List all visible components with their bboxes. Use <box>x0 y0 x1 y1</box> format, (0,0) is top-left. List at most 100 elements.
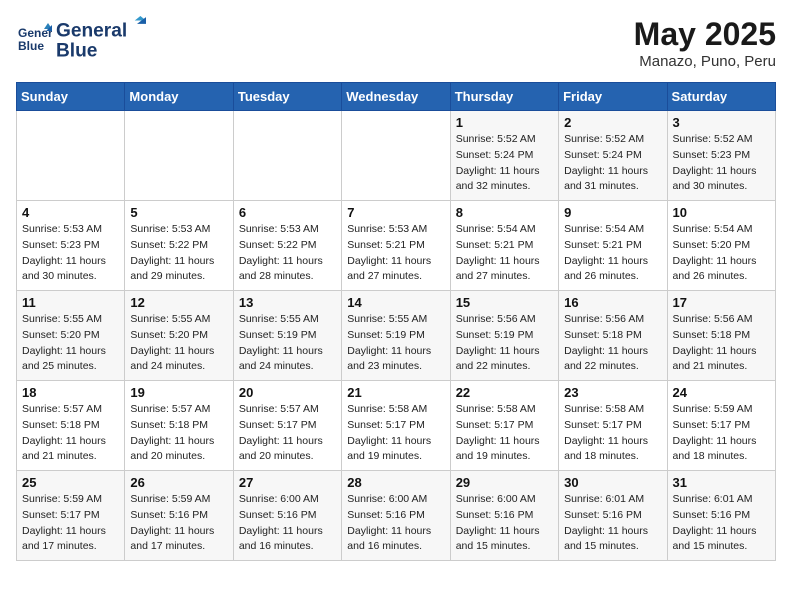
logo-image: General Blue <box>56 16 146 61</box>
day-info: Sunrise: 5:56 AM Sunset: 5:18 PM Dayligh… <box>564 312 661 375</box>
calendar-cell: 11 Sunrise: 5:55 AM Sunset: 5:20 PM Dayli… <box>17 291 125 381</box>
svg-text:General: General <box>56 20 127 41</box>
calendar-cell: 22 Sunrise: 5:58 AM Sunset: 5:17 PM Dayli… <box>450 381 558 471</box>
day-number: 7 <box>347 205 444 220</box>
location: Manazo, Puno, Peru <box>634 53 776 70</box>
day-info: Sunrise: 5:57 AM Sunset: 5:18 PM Dayligh… <box>130 402 227 465</box>
calendar-cell: 13 Sunrise: 5:55 AM Sunset: 5:19 PM Dayli… <box>233 291 341 381</box>
day-info: Sunrise: 5:58 AM Sunset: 5:17 PM Dayligh… <box>347 402 444 465</box>
calendar-cell <box>233 111 341 201</box>
day-number: 6 <box>239 205 336 220</box>
day-info: Sunrise: 5:52 AM Sunset: 5:24 PM Dayligh… <box>456 132 553 195</box>
day-number: 20 <box>239 385 336 400</box>
day-info: Sunrise: 5:57 AM Sunset: 5:18 PM Dayligh… <box>22 402 119 465</box>
calendar-cell <box>342 111 450 201</box>
day-info: Sunrise: 6:01 AM Sunset: 5:16 PM Dayligh… <box>564 492 661 555</box>
day-number: 28 <box>347 475 444 490</box>
day-number: 3 <box>673 115 770 130</box>
day-number: 22 <box>456 385 553 400</box>
day-number: 1 <box>456 115 553 130</box>
day-number: 26 <box>130 475 227 490</box>
weekday-header-thursday: Thursday <box>450 83 558 111</box>
day-info: Sunrise: 6:01 AM Sunset: 5:16 PM Dayligh… <box>673 492 770 555</box>
weekday-header-sunday: Sunday <box>17 83 125 111</box>
day-number: 23 <box>564 385 661 400</box>
day-info: Sunrise: 5:56 AM Sunset: 5:18 PM Dayligh… <box>673 312 770 375</box>
day-info: Sunrise: 5:52 AM Sunset: 5:24 PM Dayligh… <box>564 132 661 195</box>
day-info: Sunrise: 5:59 AM Sunset: 5:17 PM Dayligh… <box>673 402 770 465</box>
day-number: 27 <box>239 475 336 490</box>
calendar-cell <box>125 111 233 201</box>
calendar-cell: 25 Sunrise: 5:59 AM Sunset: 5:17 PM Dayli… <box>17 471 125 561</box>
logo-icon: General Blue <box>16 21 52 57</box>
day-info: Sunrise: 6:00 AM Sunset: 5:16 PM Dayligh… <box>456 492 553 555</box>
calendar-cell: 3Sunrise: 5:52 AM Sunset: 5:23 PM Daylig… <box>667 111 775 201</box>
day-number: 9 <box>564 205 661 220</box>
day-info: Sunrise: 6:00 AM Sunset: 5:16 PM Dayligh… <box>239 492 336 555</box>
day-number: 25 <box>22 475 119 490</box>
calendar-cell: 8 Sunrise: 5:54 AM Sunset: 5:21 PM Daylig… <box>450 201 558 291</box>
day-info: Sunrise: 5:57 AM Sunset: 5:17 PM Dayligh… <box>239 402 336 465</box>
day-info: Sunrise: 5:58 AM Sunset: 5:17 PM Dayligh… <box>456 402 553 465</box>
calendar-cell: 15 Sunrise: 5:56 AM Sunset: 5:19 PM Dayli… <box>450 291 558 381</box>
calendar-cell: 28 Sunrise: 6:00 AM Sunset: 5:16 PM Dayli… <box>342 471 450 561</box>
svg-text:Blue: Blue <box>56 41 97 62</box>
calendar-cell: 29 Sunrise: 6:00 AM Sunset: 5:16 PM Dayli… <box>450 471 558 561</box>
logo: General Blue General Blue General Blue <box>16 16 146 61</box>
day-number: 10 <box>673 205 770 220</box>
day-number: 16 <box>564 295 661 310</box>
calendar-cell <box>17 111 125 201</box>
calendar-cell: 19 Sunrise: 5:57 AM Sunset: 5:18 PM Dayli… <box>125 381 233 471</box>
day-number: 4 <box>22 205 119 220</box>
day-number: 8 <box>456 205 553 220</box>
day-number: 15 <box>456 295 553 310</box>
calendar-cell: 26 Sunrise: 5:59 AM Sunset: 5:16 PM Dayli… <box>125 471 233 561</box>
day-info: Sunrise: 5:53 AM Sunset: 5:21 PM Dayligh… <box>347 222 444 285</box>
day-number: 29 <box>456 475 553 490</box>
day-info: Sunrise: 5:54 AM Sunset: 5:21 PM Dayligh… <box>456 222 553 285</box>
day-info: Sunrise: 5:53 AM Sunset: 5:22 PM Dayligh… <box>239 222 336 285</box>
day-number: 19 <box>130 385 227 400</box>
page-header: General Blue General Blue General Blue M… <box>16 16 776 70</box>
month-title: May 2025 <box>634 16 776 53</box>
calendar-cell: 24 Sunrise: 5:59 AM Sunset: 5:17 PM Dayli… <box>667 381 775 471</box>
calendar-cell: 21 Sunrise: 5:58 AM Sunset: 5:17 PM Dayli… <box>342 381 450 471</box>
calendar-cell: 14Sunrise: 5:55 AM Sunset: 5:19 PM Dayli… <box>342 291 450 381</box>
day-info: Sunrise: 6:00 AM Sunset: 5:16 PM Dayligh… <box>347 492 444 555</box>
day-number: 13 <box>239 295 336 310</box>
calendar-cell: 16 Sunrise: 5:56 AM Sunset: 5:18 PM Dayli… <box>559 291 667 381</box>
day-number: 30 <box>564 475 661 490</box>
weekday-header-tuesday: Tuesday <box>233 83 341 111</box>
day-number: 12 <box>130 295 227 310</box>
day-number: 2 <box>564 115 661 130</box>
calendar-cell: 2 Sunrise: 5:52 AM Sunset: 5:24 PM Daylig… <box>559 111 667 201</box>
calendar-cell: 6 Sunrise: 5:53 AM Sunset: 5:22 PM Daylig… <box>233 201 341 291</box>
calendar-cell: 10Sunrise: 5:54 AM Sunset: 5:20 PM Dayli… <box>667 201 775 291</box>
calendar-cell: 27 Sunrise: 6:00 AM Sunset: 5:16 PM Dayli… <box>233 471 341 561</box>
day-info: Sunrise: 5:55 AM Sunset: 5:20 PM Dayligh… <box>22 312 119 375</box>
calendar-table: SundayMondayTuesdayWednesdayThursdayFrid… <box>16 82 776 561</box>
calendar-cell: 4 Sunrise: 5:53 AM Sunset: 5:23 PM Daylig… <box>17 201 125 291</box>
day-number: 24 <box>673 385 770 400</box>
calendar-cell: 23Sunrise: 5:58 AM Sunset: 5:17 PM Dayli… <box>559 381 667 471</box>
day-number: 21 <box>347 385 444 400</box>
calendar-cell: 20 Sunrise: 5:57 AM Sunset: 5:17 PM Dayli… <box>233 381 341 471</box>
day-info: Sunrise: 5:55 AM Sunset: 5:19 PM Dayligh… <box>239 312 336 375</box>
calendar-cell: 17 Sunrise: 5:56 AM Sunset: 5:18 PM Dayli… <box>667 291 775 381</box>
week-row-2: 4 Sunrise: 5:53 AM Sunset: 5:23 PM Daylig… <box>17 201 776 291</box>
title-block: May 2025 Manazo, Puno, Peru <box>634 16 776 70</box>
day-number: 17 <box>673 295 770 310</box>
day-info: Sunrise: 5:53 AM Sunset: 5:23 PM Dayligh… <box>22 222 119 285</box>
calendar-cell: 12Sunrise: 5:55 AM Sunset: 5:20 PM Dayli… <box>125 291 233 381</box>
day-info: Sunrise: 5:59 AM Sunset: 5:16 PM Dayligh… <box>130 492 227 555</box>
day-info: Sunrise: 5:56 AM Sunset: 5:19 PM Dayligh… <box>456 312 553 375</box>
day-number: 5 <box>130 205 227 220</box>
weekday-header-friday: Friday <box>559 83 667 111</box>
day-number: 11 <box>22 295 119 310</box>
day-number: 14 <box>347 295 444 310</box>
day-number: 18 <box>22 385 119 400</box>
weekday-header-monday: Monday <box>125 83 233 111</box>
day-info: Sunrise: 5:53 AM Sunset: 5:22 PM Dayligh… <box>130 222 227 285</box>
week-row-1: 1 Sunrise: 5:52 AM Sunset: 5:24 PM Daylig… <box>17 111 776 201</box>
day-info: Sunrise: 5:59 AM Sunset: 5:17 PM Dayligh… <box>22 492 119 555</box>
